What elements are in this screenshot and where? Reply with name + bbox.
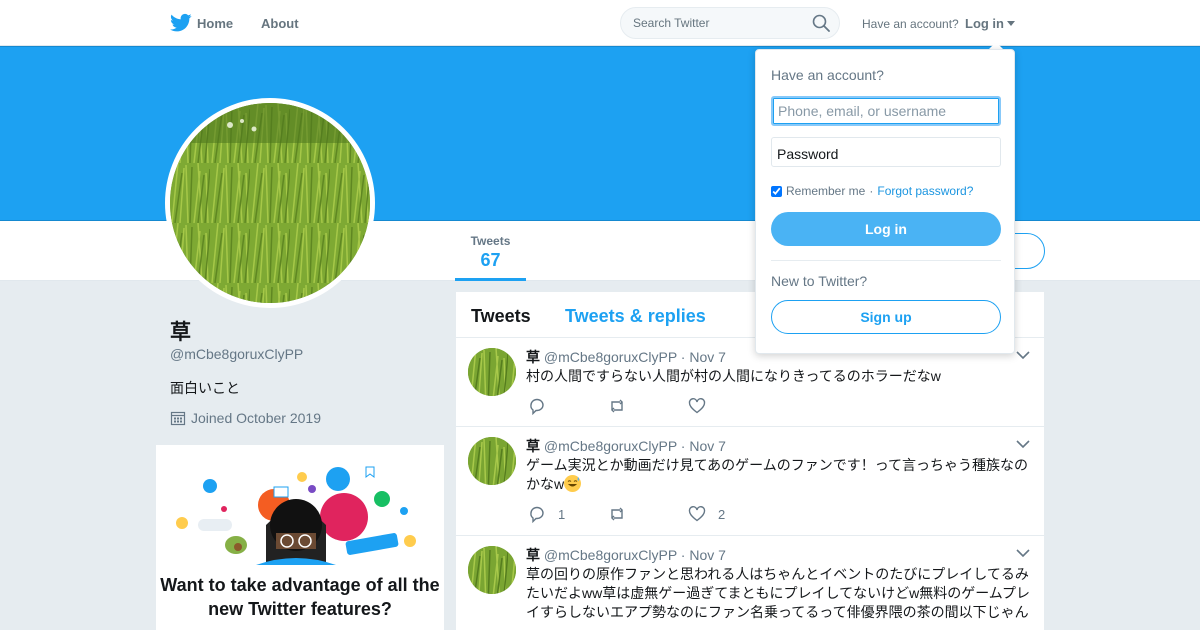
remember-row: Remember me · Forgot password? [771,184,973,198]
tweet-avatar[interactable] [468,348,516,396]
grin-sweat-emoji-icon [564,475,582,492]
chevron-down-icon[interactable] [1016,439,1030,449]
like-icon [688,506,706,522]
tweet-date[interactable]: Nov 7 [689,547,726,563]
promo-illustration [176,466,416,565]
remember-checkbox[interactable] [771,185,782,197]
username-field[interactable] [771,96,1001,126]
nav-about-link[interactable]: About [261,16,299,31]
reply-button[interactable] [528,397,552,415]
profile-joined: Joined October 2019 [170,410,321,426]
login-toggle-label: Log in [965,16,1004,31]
top-navigation: Home About Search Twitter Have an accoun… [0,0,1200,46]
reply-icon [530,398,544,415]
twitter-bird-icon[interactable] [170,13,192,33]
remember-label[interactable]: Remember me [786,184,865,198]
tweet-text: 村の人間ですらない人間が村の人間になりきってるのホラーだなw [526,368,941,384]
retweet-icon [611,507,623,521]
grass-thumb [468,546,516,594]
login-button[interactable]: Log in [771,212,1001,246]
tweet-text: ゲーム実況とか動画だけ見てあのゲームのファンです！って言っちゃう種族なのかなw [526,457,1029,492]
tweet-date[interactable]: Nov 7 [689,349,726,365]
nav-home-link[interactable]: Home [197,16,233,31]
tweet-author-name[interactable]: 草 [526,438,540,454]
joined-text: Joined October 2019 [191,410,321,426]
reply-count: 1 [558,506,566,522]
grass-photo [170,103,370,303]
promo-title: Want to take advantage of all the new Tw… [160,575,440,619]
dropdown-title: Have an account? [771,67,884,83]
tweet-header: 草 @mCbe8goruxClyPP · Nov 7 [526,436,726,456]
grass-thumb [468,348,516,396]
tweet[interactable]: 草 @mCbe8goruxClyPP · Nov 7 草の回りの原作ファンと思わ… [456,536,1044,630]
retweet-button[interactable] [608,397,632,415]
remember-separator: · [869,184,874,198]
reply-icon [530,506,544,523]
profile-name: 草 [170,321,191,344]
tab-tweets[interactable]: Tweets [471,306,531,327]
promo-card: Want to take advantage of all the new Tw… [156,445,444,630]
tweet-date-sep: · [680,438,686,454]
login-dropdown-toggle[interactable]: Log in [965,16,1015,31]
search-icon[interactable] [812,14,830,32]
tweet-avatar[interactable] [468,437,516,485]
tweet-avatar[interactable] [468,546,516,594]
chevron-down-icon[interactable] [1016,350,1030,360]
tweet-author-name[interactable]: 草 [526,349,540,365]
password-field[interactable] [771,137,1001,167]
login-dropdown: Have an account? Password Remember me · … [755,49,1015,354]
tweets-stat-value: 67 [480,250,501,270]
tweet[interactable]: 草 @mCbe8goruxClyPP · Nov 7 ゲーム実況とか動画だけ見て… [456,427,1044,536]
profile-avatar[interactable] [165,98,375,308]
tab-tweets-and-replies[interactable]: Tweets & replies [565,306,706,327]
reply-button[interactable]: 1 [528,505,565,523]
like-icon [688,398,706,414]
grass-thumb [468,437,516,485]
forgot-password-link[interactable]: Forgot password? [877,184,973,198]
tweet-author-name[interactable]: 草 [526,547,540,563]
profile-bio: 面白いこと [170,380,240,396]
new-to-twitter-text: New to Twitter? [771,273,868,289]
profile-handle: @mCbe8goruxClyPP [170,346,304,362]
tweets-stat[interactable]: Tweets 67 [455,221,526,281]
chevron-down-icon[interactable] [1016,548,1030,558]
retweet-icon [611,399,623,413]
calendar-icon [170,411,186,426]
search-input[interactable]: Search Twitter [620,7,840,39]
tweet-date-sep: · [680,547,686,563]
tweet-author-handle[interactable]: @mCbe8goruxClyPP [544,349,677,365]
tweet-date-sep: · [680,349,686,365]
tweet-text-wrap: ゲーム実況とか動画だけ見てあのゲームのファンです！って言っちゃう種族なのかなw [526,456,1034,494]
retweet-button[interactable] [608,505,632,523]
tweet-date[interactable]: Nov 7 [689,438,726,454]
tweet-header: 草 @mCbe8goruxClyPP · Nov 7 [526,545,726,565]
like-count: 2 [718,506,726,522]
tweets-stat-label: Tweets [470,234,511,248]
tweet-header: 草 @mCbe8goruxClyPP · Nov 7 [526,347,726,367]
divider [771,260,1001,261]
tweet-text: 草の回りの原作ファンと思われる人はちゃんとイベントのたびにプレイしてるみたいだよ… [526,566,1030,620]
have-account-text: Have an account? [862,17,959,31]
tweet-author-handle[interactable]: @mCbe8goruxClyPP [544,547,677,563]
caret-down-icon [1007,21,1015,26]
like-button[interactable] [688,397,712,415]
tweet-author-handle[interactable]: @mCbe8goruxClyPP [544,438,677,454]
signup-button[interactable]: Sign up [771,300,1001,334]
like-button[interactable]: 2 [688,505,725,523]
